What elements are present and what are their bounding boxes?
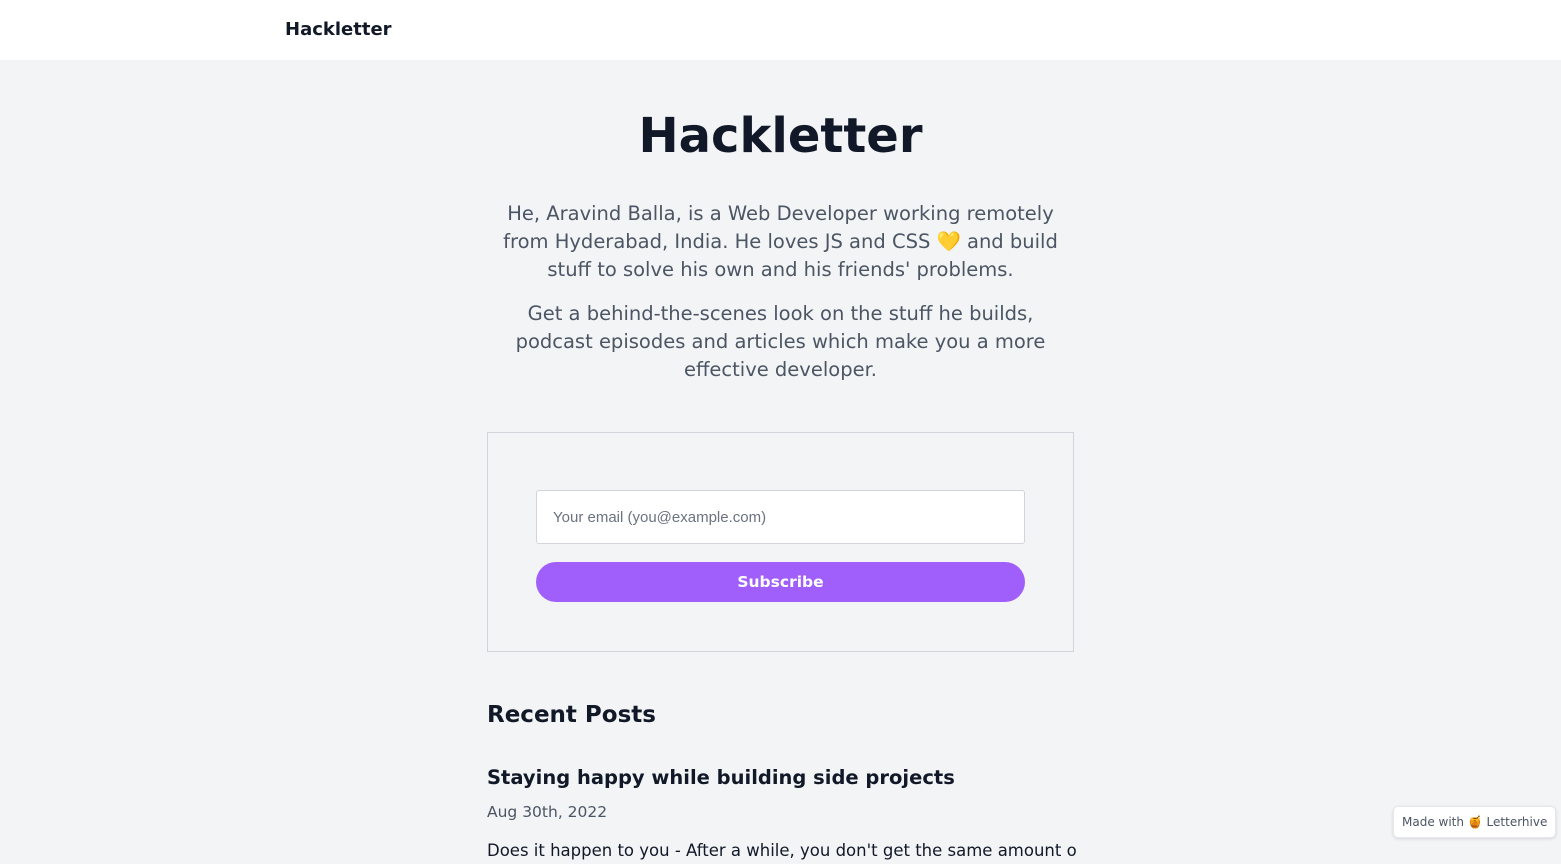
post-excerpt: Does it happen to you - After a while, y… — [487, 841, 1077, 860]
brand-link[interactable]: Hackletter — [285, 18, 392, 42]
subscribe-form: Subscribe — [487, 432, 1074, 652]
email-input[interactable] — [536, 490, 1025, 544]
post-title-link[interactable]: Staying happy while building side projec… — [487, 764, 955, 792]
intro-paragraph-secondary: Get a behind-the-scenes look on the stuf… — [515, 302, 1046, 381]
post-date: Aug 30th, 2022 — [487, 803, 608, 821]
recent-posts-heading: Recent Posts — [487, 702, 656, 728]
page-title: Hackletter — [638, 108, 923, 164]
intro-paragraph: He, Aravind Balla, is a Web Developer wo… — [503, 202, 1058, 281]
made-with-letterhive-badge[interactable]: Made with 🍯 Letterhive — [1393, 806, 1557, 838]
subscribe-button[interactable]: Subscribe — [536, 562, 1025, 602]
top-navbar: Hackletter — [0, 0, 1561, 60]
